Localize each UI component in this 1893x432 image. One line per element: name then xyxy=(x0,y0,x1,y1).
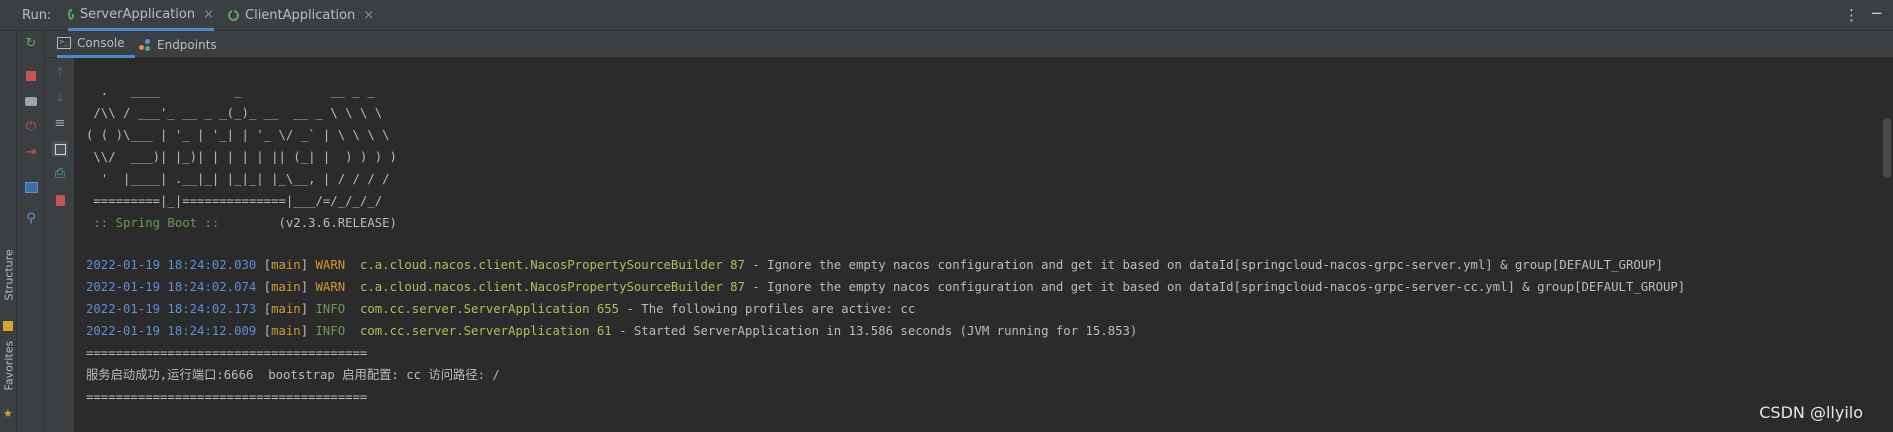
tab-client-application[interactable]: ClientApplication × xyxy=(228,0,374,31)
close-icon[interactable]: × xyxy=(363,8,374,23)
clear-all-icon[interactable] xyxy=(52,192,68,208)
banner-line: ( ( )\___ | '_ | '_| | '_ \/ _` | \ \ \ … xyxy=(86,128,390,142)
banner-line: /\\ / ___'_ __ _ _(_)_ __ __ _ \ \ \ \ xyxy=(86,106,383,120)
minimize-icon[interactable]: − xyxy=(1870,4,1883,22)
stop-icon[interactable] xyxy=(23,68,39,84)
tab-console[interactable]: >_ Console xyxy=(57,31,135,58)
log-level: WARN xyxy=(315,258,346,272)
console-output[interactable]: . ____ _ __ _ _ /\\ / ___'_ __ _ _(_)_ _… xyxy=(75,58,1893,432)
log-thread: main xyxy=(271,324,301,338)
log-message: - Started ServerApplication in 13.586 se… xyxy=(611,324,1138,338)
scroll-up-icon[interactable]: ↑ xyxy=(52,66,68,82)
log-thread: main xyxy=(271,302,301,316)
log-level: INFO xyxy=(315,324,346,338)
log-level: WARN xyxy=(315,280,346,294)
more-options-icon[interactable]: ⋮ xyxy=(1844,6,1859,24)
log-level: INFO xyxy=(315,302,346,316)
watermark: CSDN @llyilo xyxy=(1759,403,1863,422)
startup-message: 服务启动成功,运行端口:6666 bootstrap 启用配置: cc 访问路径… xyxy=(86,368,500,382)
spring-boot-run-icon xyxy=(228,9,239,21)
log-line: 2022-01-19 18:24:02.030 [main] WARN c.a.… xyxy=(86,258,1663,272)
scrollbar-thumb[interactable] xyxy=(1883,118,1891,178)
endpoints-icon xyxy=(139,38,151,51)
rerun-icon[interactable]: ↻ xyxy=(23,36,39,52)
log-message: - The following profiles are active: cc xyxy=(619,302,916,316)
spring-boot-version-line: :: Spring Boot :: (v2.3.6.RELEASE) xyxy=(86,214,397,232)
log-logger: com.cc.server.ServerApplication 655 xyxy=(359,302,620,316)
scroll-to-end-icon[interactable] xyxy=(52,141,68,157)
banner-line: =========|_|==============|___/=/_/_/_/ xyxy=(86,194,383,208)
favorites-star-icon: ★ xyxy=(3,407,13,420)
log-time: 2022-01-19 18:24:02.074 xyxy=(86,280,257,294)
log-thread: main xyxy=(271,280,301,294)
log-message: - Ignore the empty nacos configuration a… xyxy=(744,280,1686,294)
log-logger: com.cc.server.ServerApplication 61 xyxy=(359,324,612,338)
structure-icon xyxy=(3,321,13,331)
left-tool-strip: Structure Favorites ★ xyxy=(0,31,17,432)
banner-line: . ____ _ __ _ _ xyxy=(86,84,375,98)
spring-boot-label: :: Spring Boot :: xyxy=(86,216,227,230)
spring-boot-run-icon xyxy=(68,7,74,20)
tab-server-application[interactable]: ServerApplication × xyxy=(68,0,214,31)
structure-tab[interactable]: Structure xyxy=(3,249,16,300)
run-label: Run: xyxy=(22,8,52,23)
console-toolbar: ↑ ↓ ≡ ⎙ xyxy=(45,58,75,432)
separator-line: ====================================== xyxy=(86,390,368,404)
run-tool-window-header: Run: ServerApplication × ClientApplicati… xyxy=(0,0,1893,31)
run-toolbar: ↻ ⏻ ⇥ ⚲ xyxy=(17,31,45,432)
log-line: 2022-01-19 18:24:12.009 [main] INFO com.… xyxy=(86,324,1138,338)
soft-wrap-icon[interactable]: ≡ xyxy=(52,116,68,132)
banner-line: \\/ ___)| |_)| | | | | || (_| | ) ) ) ) xyxy=(86,150,397,164)
run-subtabs: >_ Console Endpoints xyxy=(45,31,1893,58)
tab-label: ServerApplication xyxy=(79,6,196,22)
console-icon: >_ xyxy=(57,37,71,49)
tab-console-label: Console xyxy=(77,36,125,50)
camera-icon[interactable] xyxy=(23,93,39,109)
log-logger: c.a.cloud.nacos.client.NacosPropertySour… xyxy=(359,258,745,272)
plug-icon[interactable]: ⏻ xyxy=(23,119,39,135)
exit-icon[interactable]: ⇥ xyxy=(23,145,39,161)
log-time: 2022-01-19 18:24:02.030 xyxy=(86,258,257,272)
log-time: 2022-01-19 18:24:12.009 xyxy=(86,324,257,338)
close-icon[interactable]: × xyxy=(203,7,214,22)
print-icon[interactable]: ⎙ xyxy=(52,166,68,182)
log-thread: main xyxy=(271,258,301,272)
tab-endpoints[interactable]: Endpoints xyxy=(139,31,217,58)
log-line: 2022-01-19 18:24:02.173 [main] INFO com.… xyxy=(86,302,916,316)
scroll-down-icon[interactable]: ↓ xyxy=(52,91,68,107)
log-message: - Ignore the empty nacos configuration a… xyxy=(744,258,1663,272)
log-time: 2022-01-19 18:24:02.173 xyxy=(86,302,257,316)
layout-icon[interactable] xyxy=(23,179,39,195)
pin-icon[interactable]: ⚲ xyxy=(23,211,39,227)
log-line: 2022-01-19 18:24:02.074 [main] WARN c.a.… xyxy=(86,280,1686,294)
separator-line: ====================================== xyxy=(86,346,368,360)
log-logger: c.a.cloud.nacos.client.NacosPropertySour… xyxy=(359,280,745,294)
tab-label: ClientApplication xyxy=(245,8,356,23)
spring-boot-version: (v2.3.6.RELEASE) xyxy=(226,216,397,230)
banner-line: ' |____| .__|_| |_|_| |_\__, | / / / / xyxy=(86,172,390,186)
favorites-tab[interactable]: Favorites xyxy=(3,341,16,391)
vertical-scrollbar[interactable] xyxy=(1881,58,1893,432)
tab-endpoints-label: Endpoints xyxy=(157,37,217,52)
